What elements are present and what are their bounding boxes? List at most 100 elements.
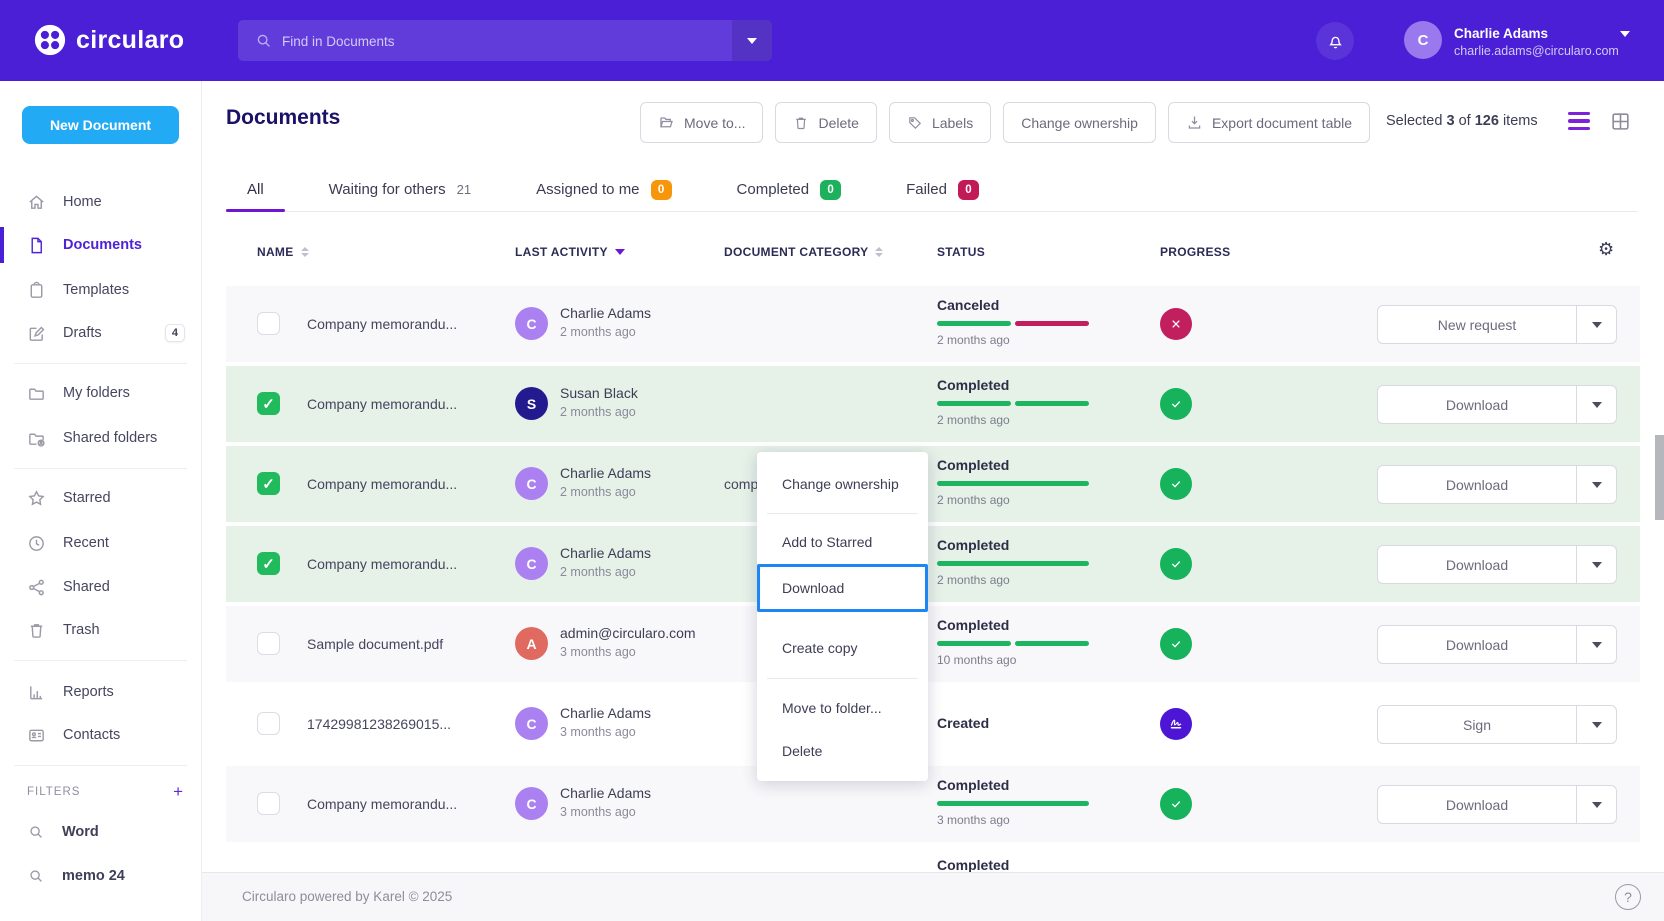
tab-all[interactable]: All [226,168,285,211]
sidebar-item-reports[interactable]: Reports [0,672,201,712]
document-name[interactable]: 17429981238269015... [307,716,451,732]
button-label: Delete [818,115,858,131]
sidebar: New Document Home Documents Templates Dr… [0,81,202,921]
search-scope-dropdown[interactable] [732,20,772,61]
tab-failed[interactable]: Failed 0 [885,168,1000,211]
sidebar-filter-memo24[interactable]: memo 24 [0,856,201,896]
actor-name: Charlie Adams [560,305,651,321]
table-row[interactable]: Company memorandu... C Charlie Adams2 mo… [226,286,1640,362]
change-ownership-button[interactable]: Change ownership [1003,102,1156,143]
document-name[interactable]: Company memorandu... [307,476,457,492]
add-filter-button[interactable]: + [173,783,183,800]
action-dropdown-button[interactable] [1576,306,1616,343]
action-dropdown-button[interactable] [1576,386,1616,423]
sidebar-item-contacts[interactable]: Contacts [0,715,201,755]
delete-button[interactable]: Delete [775,102,876,143]
avatar: C [515,307,548,340]
sidebar-item-starred[interactable]: Starred [0,478,201,518]
menu-item-create-copy[interactable]: Create copy [782,640,857,656]
table-row[interactable]: Sample document.pdf A admin@circularo.co… [226,606,1640,682]
tab-completed[interactable]: Completed 0 [716,168,863,211]
status-label: Completed [937,777,1107,793]
document-name[interactable]: Company memorandu... [307,396,457,412]
bar-chart-icon [27,683,46,702]
row-checkbox[interactable] [257,632,280,655]
new-document-button[interactable]: New Document [22,106,179,144]
sidebar-item-recent[interactable]: Recent [0,523,201,563]
sidebar-item-label: Templates [63,282,129,298]
action-dropdown-button[interactable] [1576,466,1616,503]
tab-assigned-to-me[interactable]: Assigned to me 0 [515,168,692,211]
tab-waiting-for-others[interactable]: Waiting for others 21 [308,168,492,211]
sidebar-item-documents[interactable]: Documents [0,225,201,265]
row-checkbox[interactable] [257,792,280,815]
list-view-toggle[interactable] [1568,112,1590,130]
sidebar-item-shared-folders[interactable]: Shared folders [0,418,201,458]
table-row[interactable]: Company memorandu... C Charlie Adams2 mo… [226,446,1640,522]
action-label[interactable]: New request [1378,306,1576,343]
document-name[interactable]: Company memorandu... [307,316,457,332]
tab-badge: 0 [651,180,672,200]
vertical-scrollbar-thumb[interactable] [1655,435,1664,520]
global-search-input[interactable]: Find in Documents [238,20,772,61]
table-row[interactable]: Company memorandu... S Susan Black2 mont… [226,366,1640,442]
action-label[interactable]: Sign [1378,706,1576,743]
action-dropdown-button[interactable] [1576,706,1616,743]
status-label: Canceled [937,297,1107,313]
help-button[interactable]: ? [1615,884,1641,910]
menu-item-add-to-starred[interactable]: Add to Starred [782,534,872,550]
labels-button[interactable]: Labels [889,102,991,143]
table-settings-gear-icon[interactable]: ⚙ [1598,240,1614,258]
action-dropdown-button[interactable] [1576,546,1616,583]
move-to-button[interactable]: Move to... [640,102,763,143]
row-checkbox[interactable] [257,712,280,735]
table-row[interactable]: 17429981238269015... C Charlie Adams3 mo… [226,686,1640,762]
menu-item-download[interactable]: Download [757,564,928,612]
action-dropdown-button[interactable] [1576,786,1616,823]
menu-item-delete[interactable]: Delete [782,743,822,759]
row-checkbox[interactable] [257,552,280,575]
notifications-button[interactable] [1316,22,1354,60]
action-label[interactable]: Download [1378,786,1576,823]
column-header-last-activity[interactable]: LAST ACTIVITY [515,245,625,259]
sidebar-filter-word[interactable]: Word [0,812,201,852]
row-checkbox[interactable] [257,472,280,495]
action-label[interactable]: Download [1378,626,1576,663]
user-menu-button[interactable] [1620,37,1630,55]
column-header-document-category[interactable]: DOCUMENT CATEGORY [724,245,883,259]
user-avatar[interactable]: C [1404,21,1442,59]
actor-name: Charlie Adams [560,545,651,561]
sidebar-item-templates[interactable]: Templates [0,270,201,310]
row-context-menu: Change ownership Add to Starred Download… [757,452,928,781]
status-cell: Completed [937,857,1107,873]
star-icon [27,489,46,508]
sidebar-item-trash[interactable]: Trash [0,610,201,650]
column-header-progress: PROGRESS [1160,245,1230,259]
document-name[interactable]: Company memorandu... [307,556,457,572]
circularo-logo-icon[interactable] [33,23,67,57]
sidebar-item-home[interactable]: Home [0,182,201,222]
document-name[interactable]: Company memorandu... [307,796,457,812]
action-label[interactable]: Download [1378,546,1576,583]
document-name[interactable]: Sample document.pdf [307,636,443,652]
menu-divider [767,678,918,679]
sidebar-item-my-folders[interactable]: My folders [0,373,201,413]
progress-bar [937,561,1089,566]
user-email: charlie.adams@circularo.com [1454,44,1619,58]
sidebar-item-shared[interactable]: Shared [0,567,201,607]
table-row[interactable]: Company memorandu... C Charlie Adams3 mo… [226,766,1640,842]
status-label: Created [937,715,1107,731]
sidebar-item-drafts[interactable]: Drafts 4 [0,313,201,353]
menu-item-change-ownership[interactable]: Change ownership [782,476,899,492]
row-checkbox[interactable] [257,392,280,415]
grid-view-toggle[interactable] [1610,111,1631,132]
menu-item-move-to-folder[interactable]: Move to folder... [782,700,882,716]
action-label[interactable]: Download [1378,386,1576,423]
export-table-button[interactable]: Export document table [1168,102,1370,143]
table-row[interactable]: Company memorandu... C Charlie Adams2 mo… [226,526,1640,602]
action-label[interactable]: Download [1378,466,1576,503]
sort-icon [875,247,883,257]
action-dropdown-button[interactable] [1576,626,1616,663]
row-checkbox[interactable] [257,312,280,335]
column-header-name[interactable]: NAME [257,245,309,259]
